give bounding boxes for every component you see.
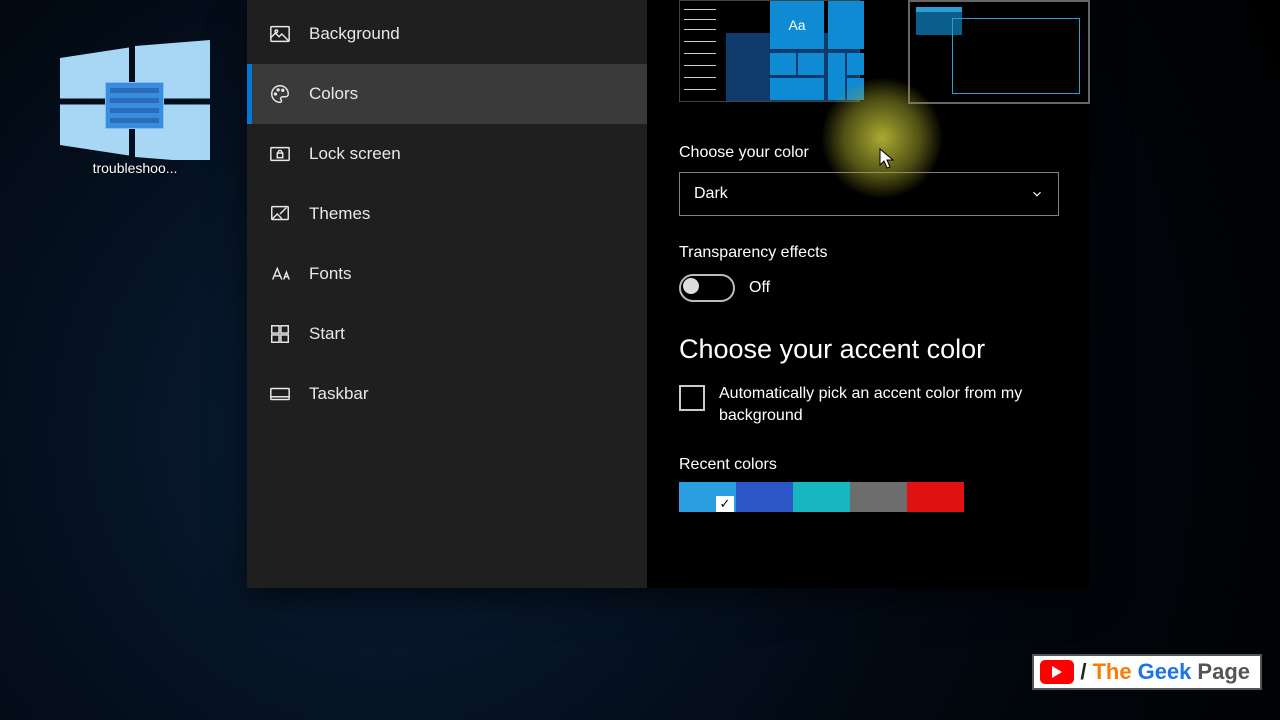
start-icon [269, 323, 291, 345]
sidebar-item-lockscreen[interactable]: Lock screen [247, 124, 647, 184]
desktop-shortcut-troubleshoot[interactable]: troubleshoo... [55, 40, 215, 176]
windows-logo-icon [60, 40, 210, 160]
sidebar-item-label: Background [309, 24, 400, 44]
color-mode-dropdown[interactable]: Dark [679, 172, 1059, 216]
background-icon [269, 23, 291, 45]
sidebar-item-background[interactable]: Background [247, 4, 647, 64]
preview-list-icon [680, 1, 726, 101]
desktop-shortcut-label: troubleshoo... [75, 160, 195, 176]
sidebar-item-label: Fonts [309, 264, 352, 284]
transparency-state: Off [749, 279, 770, 297]
desktop: troubleshoo... Background Colors Lock [0, 0, 1280, 720]
sidebar-item-label: Lock screen [309, 144, 401, 164]
choose-color-label: Choose your color [679, 144, 1090, 162]
channel-watermark: / The Geek Page [1032, 654, 1262, 690]
settings-sidebar: Background Colors Lock screen Themes [247, 0, 647, 588]
transparency-toggle[interactable] [679, 274, 735, 302]
color-preview-row: Aa [679, 0, 1090, 104]
auto-accent-label: Automatically pick an accent color from … [719, 383, 1069, 428]
settings-content: Aa Choose your color [647, 0, 1090, 588]
sidebar-item-label: Taskbar [309, 384, 369, 404]
youtube-icon [1040, 660, 1074, 684]
settings-window: Background Colors Lock screen Themes [247, 0, 1090, 588]
auto-accent-checkbox[interactable] [679, 385, 705, 411]
chevron-down-icon [1030, 187, 1044, 201]
toggle-knob-icon [683, 278, 699, 294]
recent-colors-label: Recent colors [679, 456, 1090, 474]
sidebar-item-label: Themes [309, 204, 370, 224]
sidebar-item-fonts[interactable]: Fonts [247, 244, 647, 304]
recent-colors-row [679, 482, 1090, 512]
shortcut-thumb-icon [105, 82, 164, 129]
sidebar-item-label: Colors [309, 84, 358, 104]
sidebar-item-themes[interactable]: Themes [247, 184, 647, 244]
color-swatch[interactable] [907, 482, 964, 512]
lock-screen-icon [269, 143, 291, 165]
preview-tile-aa: Aa [770, 1, 824, 49]
watermark-word3: Page [1197, 659, 1250, 685]
preview-dark-mode[interactable] [908, 0, 1091, 104]
transparency-label: Transparency effects [679, 244, 1090, 262]
taskbar-icon [269, 383, 291, 405]
watermark-word1: The [1092, 659, 1131, 685]
preview-light-mode[interactable]: Aa [679, 0, 860, 102]
sidebar-item-label: Start [309, 324, 345, 344]
color-swatch[interactable] [736, 482, 793, 512]
color-swatch[interactable] [850, 482, 907, 512]
sidebar-item-start[interactable]: Start [247, 304, 647, 364]
watermark-word2: Geek [1138, 659, 1192, 685]
dropdown-value: Dark [694, 185, 728, 203]
watermark-slash: / [1080, 659, 1086, 685]
preview-dark-frame [952, 18, 1081, 94]
color-swatch[interactable] [679, 482, 736, 512]
color-swatch[interactable] [793, 482, 850, 512]
themes-icon [269, 203, 291, 225]
accent-color-heading: Choose your accent color [679, 334, 1090, 365]
colors-icon [269, 83, 291, 105]
sidebar-item-colors[interactable]: Colors [247, 64, 647, 124]
fonts-icon [269, 263, 291, 285]
sidebar-item-taskbar[interactable]: Taskbar [247, 364, 647, 424]
